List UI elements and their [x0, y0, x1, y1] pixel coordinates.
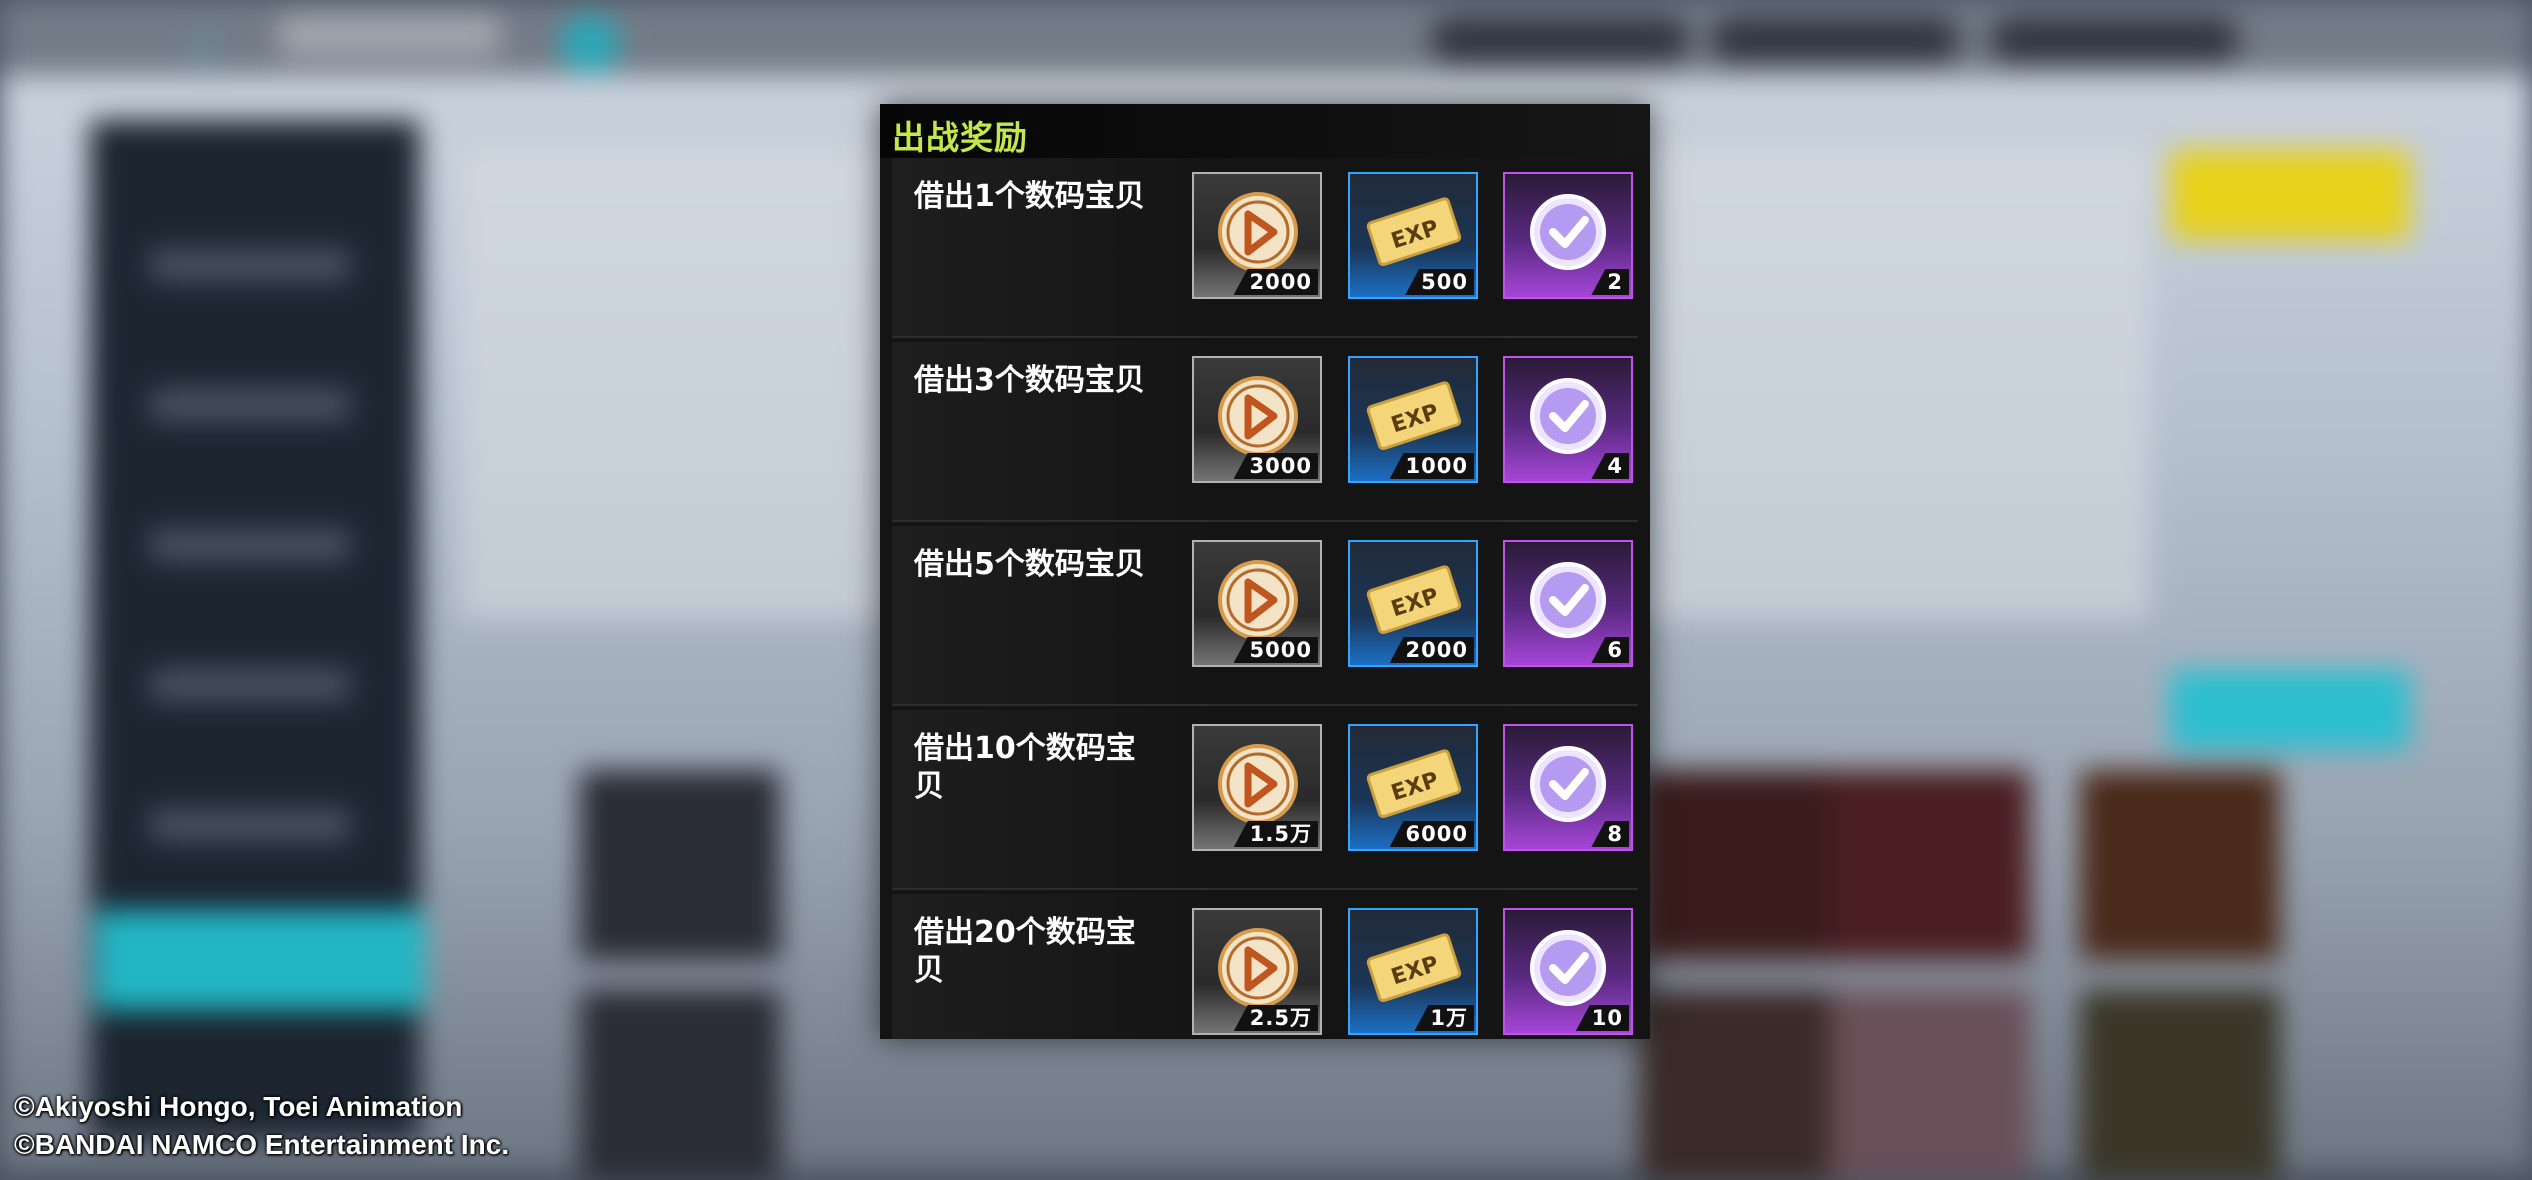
reward-row-label: 借出3个数码宝贝 — [914, 363, 1145, 398]
reward-row-label: 借出20个数码宝贝 — [914, 915, 1136, 988]
dialog-header: 出战奖励 — [880, 104, 1650, 158]
reward-row-label: 借出10个数码宝贝 — [914, 731, 1136, 804]
exp-quantity: 6000 — [1389, 821, 1474, 847]
exp-quantity: 2000 — [1389, 637, 1474, 663]
exp-reward-item[interactable]: EXP 1万 — [1348, 908, 1478, 1035]
coin-reward-item[interactable]: 1.5万 — [1192, 724, 1322, 851]
coin-reward-item[interactable]: 5000 — [1192, 540, 1322, 667]
reward-row-label: 借出1个数码宝贝 — [914, 179, 1145, 214]
coin-quantity: 2.5万 — [1233, 1005, 1318, 1031]
coin-reward-item[interactable]: 2.5万 — [1192, 908, 1322, 1035]
dialog-title: 出战奖励 — [892, 118, 1028, 157]
coin-quantity: 2000 — [1233, 269, 1318, 295]
reward-row: 借出3个数码宝贝 3000 EXP 1000 4 — [892, 342, 1638, 522]
coin-quantity: 1.5万 — [1233, 821, 1318, 847]
reward-row: 借出10个数码宝贝 1.5万 EXP 6000 8 — [892, 710, 1638, 890]
copyright-line: ©Akiyoshi Hongo, Toei Animation — [14, 1091, 463, 1122]
coin-reward-item[interactable]: 2000 — [1192, 172, 1322, 299]
reward-row: 借出1个数码宝贝 2000 EXP 500 2 — [892, 158, 1638, 338]
exp-quantity: 1000 — [1389, 453, 1474, 479]
reward-row: 借出20个数码宝贝 2.5万 EXP 1万 10 — [892, 894, 1638, 1039]
chip-reward-item[interactable]: 6 — [1503, 540, 1633, 667]
reward-row-label: 借出5个数码宝贝 — [914, 547, 1145, 582]
exp-reward-item[interactable]: EXP 6000 — [1348, 724, 1478, 851]
coin-quantity: 5000 — [1233, 637, 1318, 663]
exp-reward-item[interactable]: EXP 500 — [1348, 172, 1478, 299]
exp-reward-item[interactable]: EXP 2000 — [1348, 540, 1478, 667]
sortie-reward-dialog: 出战奖励 借出1个数码宝贝 2000 EXP 500 2 借出3个数码宝贝 30… — [880, 104, 1650, 1039]
exp-reward-item[interactable]: EXP 1000 — [1348, 356, 1478, 483]
chip-reward-item[interactable]: 4 — [1503, 356, 1633, 483]
copyright-notice: ©Akiyoshi Hongo, Toei Animation ©BANDAI … — [14, 1088, 509, 1164]
chip-reward-item[interactable]: 8 — [1503, 724, 1633, 851]
coin-reward-item[interactable]: 3000 — [1192, 356, 1322, 483]
reward-row: 借出5个数码宝贝 5000 EXP 2000 6 — [892, 526, 1638, 706]
chip-reward-item[interactable]: 10 — [1503, 908, 1633, 1035]
chip-reward-item[interactable]: 2 — [1503, 172, 1633, 299]
coin-quantity: 3000 — [1233, 453, 1318, 479]
copyright-line: ©BANDAI NAMCO Entertainment Inc. — [14, 1129, 510, 1160]
